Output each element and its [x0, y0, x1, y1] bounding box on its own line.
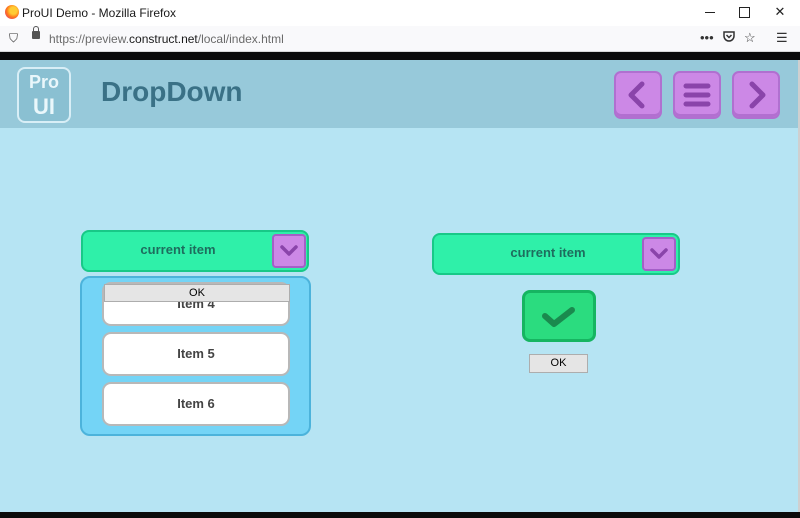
- maximize-icon: [738, 6, 750, 18]
- list-item[interactable]: Item 6: [102, 382, 290, 426]
- menu-button[interactable]: [673, 71, 721, 119]
- hamburger-icon[interactable]: ☰: [776, 30, 788, 46]
- close-icon: ✕: [774, 4, 786, 19]
- checkmark-icon: [542, 307, 575, 327]
- chevron-left-icon: [628, 81, 645, 109]
- star-icon[interactable]: ☆: [744, 30, 756, 46]
- list-item[interactable]: Item 5: [102, 332, 290, 376]
- url-text[interactable]: https://preview.construct.net/local/inde…: [49, 32, 284, 46]
- dropdown-right-label: current item: [510, 245, 586, 260]
- dropdown-right[interactable]: current item: [432, 233, 680, 275]
- url-prefix: https://preview.: [49, 32, 130, 46]
- window-bottom-edge: [0, 512, 800, 518]
- url-path: /local/index.html: [197, 32, 284, 46]
- url-domain: construct.net: [129, 32, 198, 46]
- chevron-down-icon: [650, 248, 668, 259]
- page-title: DropDown: [101, 76, 243, 107]
- window-titlebar: ProUI Demo - Mozilla Firefox ✕: [0, 0, 800, 26]
- next-button[interactable]: [732, 71, 780, 119]
- app-header: Pro UI DropDown: [0, 60, 798, 128]
- pocket-icon[interactable]: [722, 30, 736, 47]
- window-title: ProUI Demo - Mozilla Firefox: [22, 6, 177, 20]
- tab-strip-gap: [0, 52, 800, 60]
- logo-text-bottom: UI: [33, 94, 55, 119]
- hamburger-icon: [683, 83, 711, 107]
- chevron-down-icon: [280, 245, 298, 256]
- firefox-icon: [5, 5, 19, 19]
- ok-button-left[interactable]: OK: [104, 284, 290, 302]
- confirm-button[interactable]: [522, 290, 596, 342]
- dropdown-left-label: current item: [140, 242, 216, 257]
- page-canvas: Pro UI DropDown current item Item 4 Item…: [0, 60, 798, 512]
- logo-text-top: Pro: [28, 72, 59, 92]
- more-icon[interactable]: •••: [700, 30, 714, 45]
- dropdown-right-toggle[interactable]: [642, 237, 676, 271]
- proui-logo: Pro UI: [17, 67, 71, 123]
- ok-button-right[interactable]: OK: [529, 354, 588, 373]
- dropdown-left[interactable]: current item: [81, 230, 309, 272]
- minimize-icon: [705, 11, 715, 13]
- shield-icon[interactable]: ⛉: [9, 31, 18, 46]
- dropdown-left-toggle[interactable]: [272, 234, 306, 268]
- chevron-right-icon: [749, 81, 766, 109]
- close-button[interactable]: ✕: [762, 0, 798, 24]
- maximize-button[interactable]: [726, 0, 762, 24]
- minimize-button[interactable]: [692, 0, 728, 24]
- previous-button[interactable]: [614, 71, 662, 119]
- address-bar[interactable]: ⛉ https://preview.construct.net/local/in…: [0, 26, 800, 52]
- lock-icon[interactable]: [32, 26, 40, 39]
